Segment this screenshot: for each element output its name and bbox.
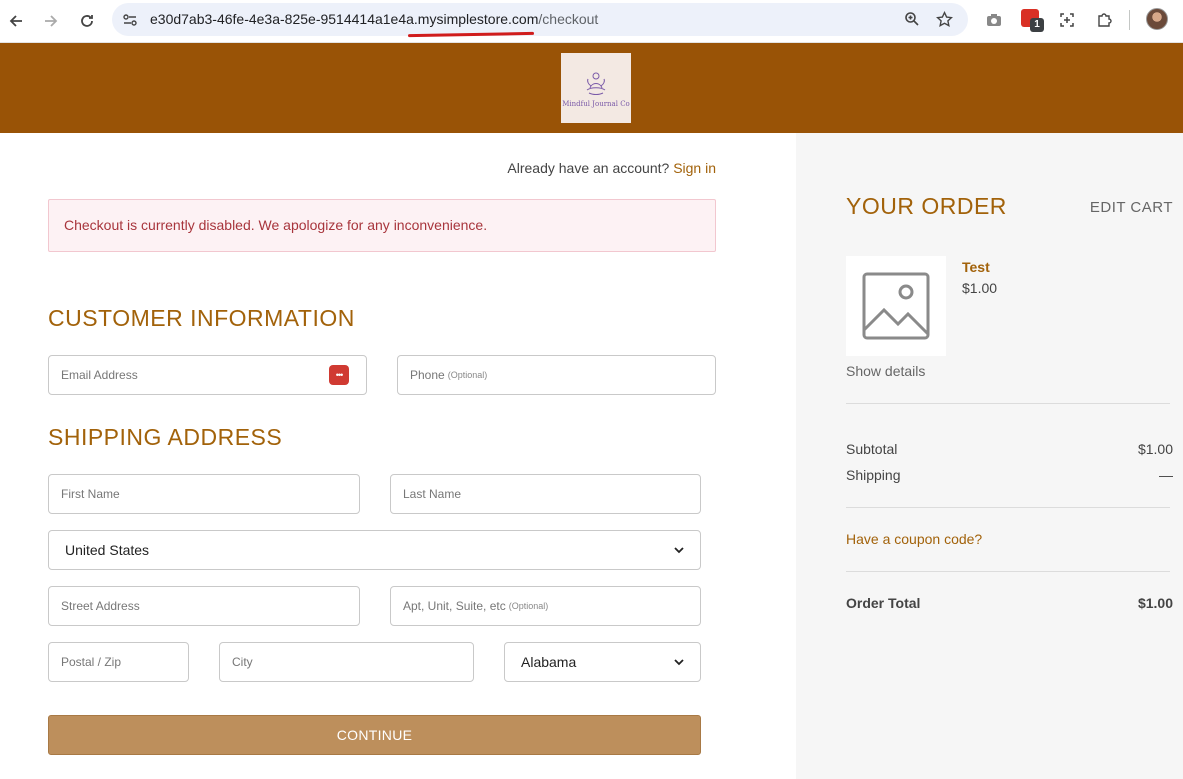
state-select[interactable]: Alabama (504, 642, 701, 682)
last-name-placeholder: Last Name (403, 487, 462, 501)
phone-optional-tag: (Optional) (447, 370, 488, 380)
state-value: Alabama (521, 654, 577, 670)
crop-add-icon (1060, 13, 1074, 27)
edit-cart-link[interactable]: EDIT CART (1090, 199, 1173, 216)
shipping-address-title: SHIPPING ADDRESS (48, 424, 283, 450)
city-field[interactable]: City (219, 642, 474, 682)
first-name-field[interactable]: First Name (48, 474, 360, 514)
phone-field[interactable]: Phone (Optional) (397, 355, 716, 395)
zip-placeholder: Postal / Zip (61, 655, 122, 669)
screenshot-button[interactable] (983, 9, 1005, 31)
reload-button[interactable] (74, 8, 100, 34)
reload-icon (81, 15, 93, 27)
bookmark-star-icon[interactable] (936, 11, 953, 28)
checkout-disabled-alert: Checkout is currently disabled. We apolo… (48, 199, 716, 252)
product-name[interactable]: Test (962, 259, 990, 275)
password-manager-icon[interactable]: ••• (329, 365, 349, 385)
toolbar-divider (1129, 10, 1130, 30)
street-placeholder: Street Address (61, 599, 140, 613)
sign-in-link[interactable]: Sign in (673, 160, 716, 176)
order-summary-panel: YOUR ORDER EDIT CART Test $1.00 Show det… (796, 133, 1183, 779)
extension-badge-count: 1 (1030, 18, 1044, 32)
tab-capture-button[interactable] (1056, 9, 1078, 31)
product-thumbnail (846, 256, 946, 356)
store-logo[interactable]: Mindful Journal Co (561, 53, 631, 123)
browser-toolbar: e30d7ab3-46fe-4e3a-825e-9514414a1e4a.mys… (0, 0, 1183, 43)
last-name-field[interactable]: Last Name (390, 474, 701, 514)
divider (846, 507, 1170, 508)
address-bar[interactable]: e30d7ab3-46fe-4e3a-825e-9514414a1e4a.mys… (112, 3, 968, 38)
chevron-down-icon (674, 546, 684, 553)
divider (846, 571, 1170, 572)
camera-icon (987, 14, 1001, 26)
profile-avatar[interactable] (1146, 8, 1168, 30)
store-header: Mindful Journal Co (0, 43, 1183, 133)
customer-info-title: CUSTOMER INFORMATION (48, 305, 355, 331)
logo-text: Mindful Journal Co (562, 100, 630, 108)
email-placeholder: Email Address (61, 368, 138, 382)
arrow-right-icon (45, 15, 58, 27)
account-prompt: Already have an account? Sign in (507, 160, 716, 176)
product-price: $1.00 (962, 280, 998, 296)
url-annotation-underline (407, 31, 535, 38)
chevron-down-icon (674, 658, 684, 665)
subtotal-label: Subtotal (846, 441, 898, 457)
city-placeholder: City (232, 655, 253, 669)
street-address-field[interactable]: Street Address (48, 586, 360, 626)
subtotal-value: $1.00 (1137, 441, 1173, 457)
shipping-label: Shipping (846, 467, 901, 483)
coupon-code-link[interactable]: Have a coupon code? (846, 531, 982, 547)
divider (846, 403, 1170, 404)
postal-zip-field[interactable]: Postal / Zip (48, 642, 189, 682)
image-placeholder-icon (862, 272, 930, 340)
url-text: e30d7ab3-46fe-4e3a-825e-9514414a1e4a.mys… (150, 11, 599, 27)
lotus-meditation-icon (586, 72, 606, 95)
first-name-placeholder: First Name (61, 487, 120, 501)
order-total-value: $1.00 (1137, 595, 1173, 611)
puzzle-icon (1098, 13, 1112, 27)
country-value: United States (65, 542, 150, 558)
apt-field[interactable]: Apt, Unit, Suite, etc (Optional) (390, 586, 701, 626)
site-settings-icon[interactable] (122, 12, 138, 28)
arrow-left-icon (9, 15, 22, 27)
back-button[interactable] (3, 8, 29, 34)
shipping-value: — (1159, 467, 1173, 483)
country-select[interactable]: United States (48, 530, 701, 570)
zoom-icon[interactable] (904, 11, 920, 27)
extensions-button[interactable] (1093, 9, 1115, 31)
continue-button[interactable]: CONTINUE (48, 715, 701, 755)
checkout-form-panel: Already have an account? Sign in Checkou… (0, 133, 796, 779)
phone-placeholder: Phone (410, 368, 445, 382)
email-field[interactable]: Email Address ••• (48, 355, 367, 395)
show-details-link[interactable]: Show details (846, 363, 925, 379)
account-prompt-text: Already have an account? (507, 160, 670, 176)
order-total-label: Order Total (846, 595, 921, 611)
your-order-title: YOUR ORDER (846, 193, 1007, 219)
forward-button[interactable] (38, 8, 64, 34)
apt-optional-tag: (Optional) (508, 601, 549, 611)
apt-placeholder: Apt, Unit, Suite, etc (403, 599, 506, 613)
